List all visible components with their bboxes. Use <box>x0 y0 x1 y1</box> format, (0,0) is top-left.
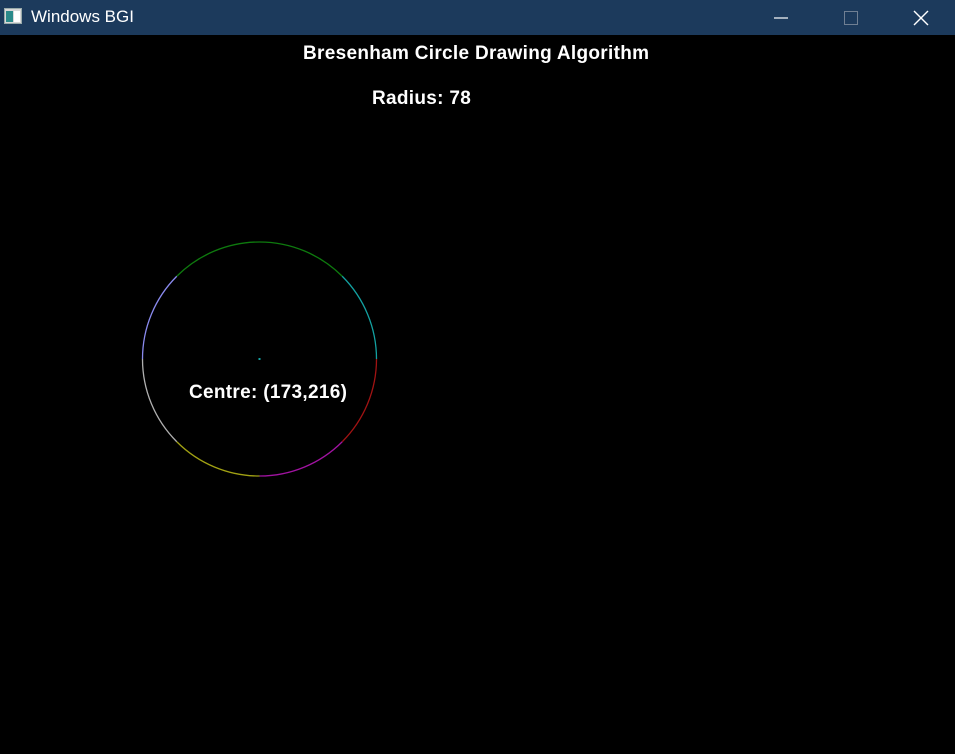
maximize-button[interactable] <box>828 0 874 35</box>
drawing-canvas: Bresenham Circle Drawing Algorithm Radiu… <box>0 35 955 754</box>
close-button[interactable] <box>898 0 944 35</box>
bgi-window: Windows BGI Bresenham Circle Drawing Alg… <box>0 0 955 754</box>
circle-octant-arc-3 <box>341 358 378 443</box>
circle-octant-arc-2 <box>341 275 378 360</box>
circle-octant-arc-8 <box>176 241 260 277</box>
app-icon[interactable] <box>4 8 22 24</box>
title-bar[interactable]: Windows BGI <box>0 0 955 35</box>
maximize-icon <box>844 10 858 25</box>
minimize-icon <box>774 16 788 19</box>
radius-label: Radius: 78 <box>372 88 472 109</box>
circle-octant-arc-7 <box>141 275 178 360</box>
algorithm-heading: Bresenham Circle Drawing Algorithm <box>303 43 650 64</box>
window-title: Windows BGI <box>31 7 134 26</box>
close-icon <box>913 10 929 25</box>
circle-octant-arc-5 <box>176 441 260 477</box>
centre-point <box>258 358 261 360</box>
minimize-button[interactable] <box>758 0 804 35</box>
circle-octant-arc-4 <box>259 441 343 477</box>
circle-drawing <box>141 241 378 477</box>
circle-octant-arc-6 <box>141 358 178 443</box>
centre-label: Centre: (173,216) <box>189 382 348 403</box>
circle-octant-arc-1 <box>259 241 343 277</box>
